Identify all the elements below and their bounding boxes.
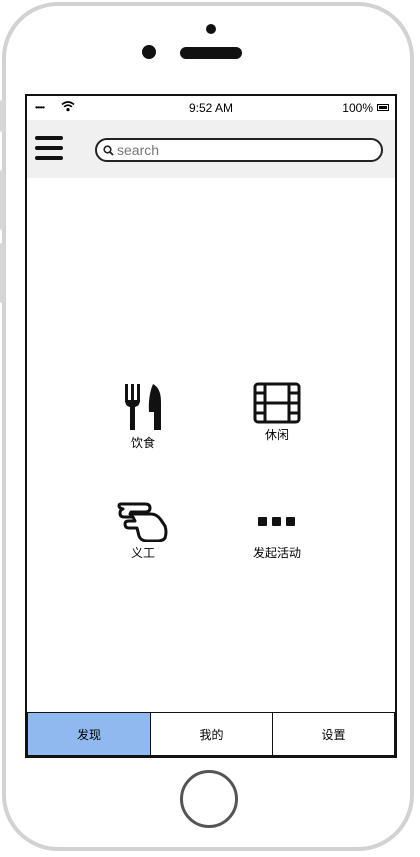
home-button[interactable]: [180, 770, 238, 828]
category-label: 义工: [130, 546, 155, 560]
hamburger-menu-icon[interactable]: [35, 136, 63, 162]
front-sensor: [206, 24, 216, 34]
fork-knife-icon: [125, 384, 161, 430]
tab-settings[interactable]: 设置: [272, 712, 395, 756]
mute-switch: [0, 100, 5, 132]
search-bar[interactable]: [95, 138, 383, 162]
bottom-tab-bar: 发现 我的 设置: [27, 712, 395, 756]
category-leisure[interactable]: 休闲: [227, 382, 327, 443]
status-bar: ••••• 9:52 AM 100%: [27, 96, 395, 120]
top-bar: [27, 120, 395, 178]
volume-up-button: [0, 170, 5, 230]
front-camera: [142, 45, 156, 59]
earpiece-speaker: [180, 47, 242, 59]
category-launch-event[interactable]: 发起活动: [227, 500, 327, 561]
category-dining[interactable]: 饮食: [93, 382, 193, 451]
search-icon: [103, 145, 114, 156]
category-label: 发起活动: [252, 546, 301, 560]
hand-icon: [117, 502, 168, 542]
battery-icon: [377, 104, 389, 111]
clock: 9:52 AM: [188, 101, 234, 115]
category-label: 休闲: [264, 428, 289, 442]
search-input[interactable]: [117, 141, 367, 159]
screen: ••••• 9:52 AM 100% 饮食: [25, 94, 397, 758]
category-volunteer[interactable]: 义工: [93, 500, 193, 561]
tab-mine[interactable]: 我的: [150, 712, 273, 756]
volume-down-button: [0, 243, 5, 303]
more-icon: [258, 517, 295, 526]
battery-percentage: 100%: [342, 101, 373, 115]
tab-discover[interactable]: 发现: [27, 712, 151, 756]
category-label: 饮食: [130, 436, 155, 450]
film-icon: [253, 382, 301, 424]
